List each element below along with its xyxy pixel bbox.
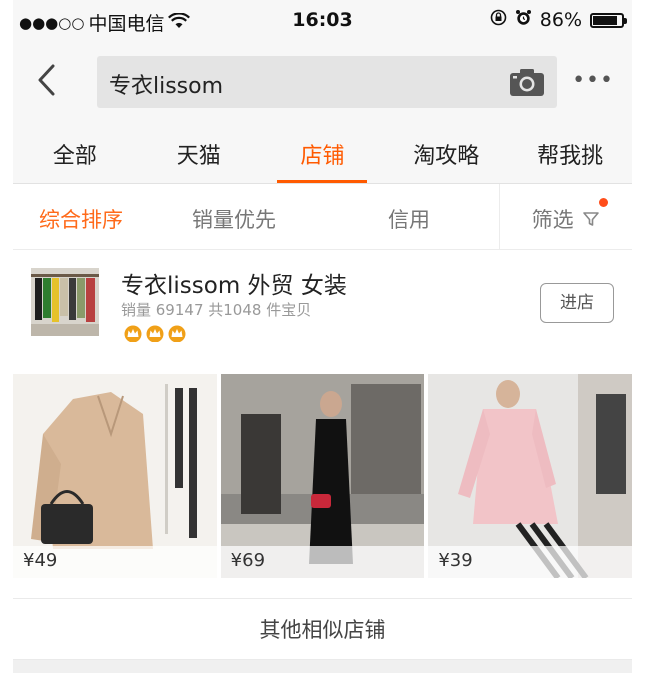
shop-card[interactable]: 专衣lissom 外贸 女装 销量 69147 共1048 件宝贝 进店 — [13, 250, 632, 368]
enter-shop-button[interactable]: 进店 — [540, 283, 614, 323]
filter-button[interactable]: 筛选 — [499, 184, 632, 249]
app-frame: ●●●○○ 中国电信 16:03 86% 专衣lissom ••• 全部 天猫 … — [13, 0, 633, 673]
tab-guides[interactable]: 淘攻略 — [384, 122, 508, 183]
product-price: ¥49 — [13, 546, 217, 578]
bottom-divider — [13, 660, 632, 673]
alarm-icon — [515, 9, 532, 31]
rotation-lock-icon — [490, 9, 507, 31]
filter-badge-dot — [599, 198, 608, 207]
shop-logo — [31, 268, 99, 336]
tab-tmall[interactable]: 天猫 — [137, 122, 261, 183]
tab-help-me-pick[interactable]: 帮我挑 — [508, 122, 632, 183]
crown-icon — [168, 325, 186, 342]
status-right: 86% — [490, 9, 627, 31]
similar-shops-button[interactable]: 其他相似店铺 — [13, 598, 632, 660]
product-grid: ¥49 ¥69 ¥39 — [13, 374, 633, 578]
battery-icon — [590, 12, 627, 28]
product-card[interactable]: ¥39 — [428, 374, 633, 578]
battery-percent: 86% — [539, 9, 582, 31]
search-query: 专衣lissom — [109, 74, 224, 99]
battery-fill — [593, 15, 618, 25]
sort-sales[interactable]: 销量优先 — [149, 184, 319, 249]
product-card[interactable]: ¥49 — [13, 374, 217, 578]
search-input[interactable]: 专衣lissom — [97, 56, 557, 108]
search-header: 专衣lissom ••• — [13, 42, 632, 122]
tab-all[interactable]: 全部 — [13, 122, 137, 183]
product-price: ¥69 — [220, 546, 425, 578]
crown-icon — [124, 325, 142, 342]
sort-credit[interactable]: 信用 — [319, 184, 499, 249]
shop-name[interactable]: 专衣lissom 外贸 女装 — [121, 266, 347, 300]
shop-rating-crowns — [123, 324, 187, 342]
chevron-left-icon[interactable] — [33, 60, 63, 100]
camera-icon[interactable] — [509, 67, 545, 97]
shop-sales-info: 销量 69147 共1048 件宝贝 — [121, 301, 312, 319]
sort-comprehensive[interactable]: 综合排序 — [13, 184, 149, 249]
product-card[interactable]: ¥69 — [220, 374, 425, 578]
tab-shops[interactable]: 店铺 — [261, 122, 385, 183]
status-bar: ●●●○○ 中国电信 16:03 86% — [13, 0, 632, 42]
category-tabs: 全部 天猫 店铺 淘攻略 帮我挑 — [13, 122, 632, 184]
filter-icon — [582, 209, 600, 233]
filter-label: 筛选 — [531, 208, 574, 232]
product-price: ¥39 — [428, 546, 633, 578]
crown-icon — [146, 325, 164, 342]
sort-bar: 综合排序 销量优先 信用 筛选 — [13, 184, 632, 250]
more-icon[interactable]: ••• — [572, 68, 614, 93]
